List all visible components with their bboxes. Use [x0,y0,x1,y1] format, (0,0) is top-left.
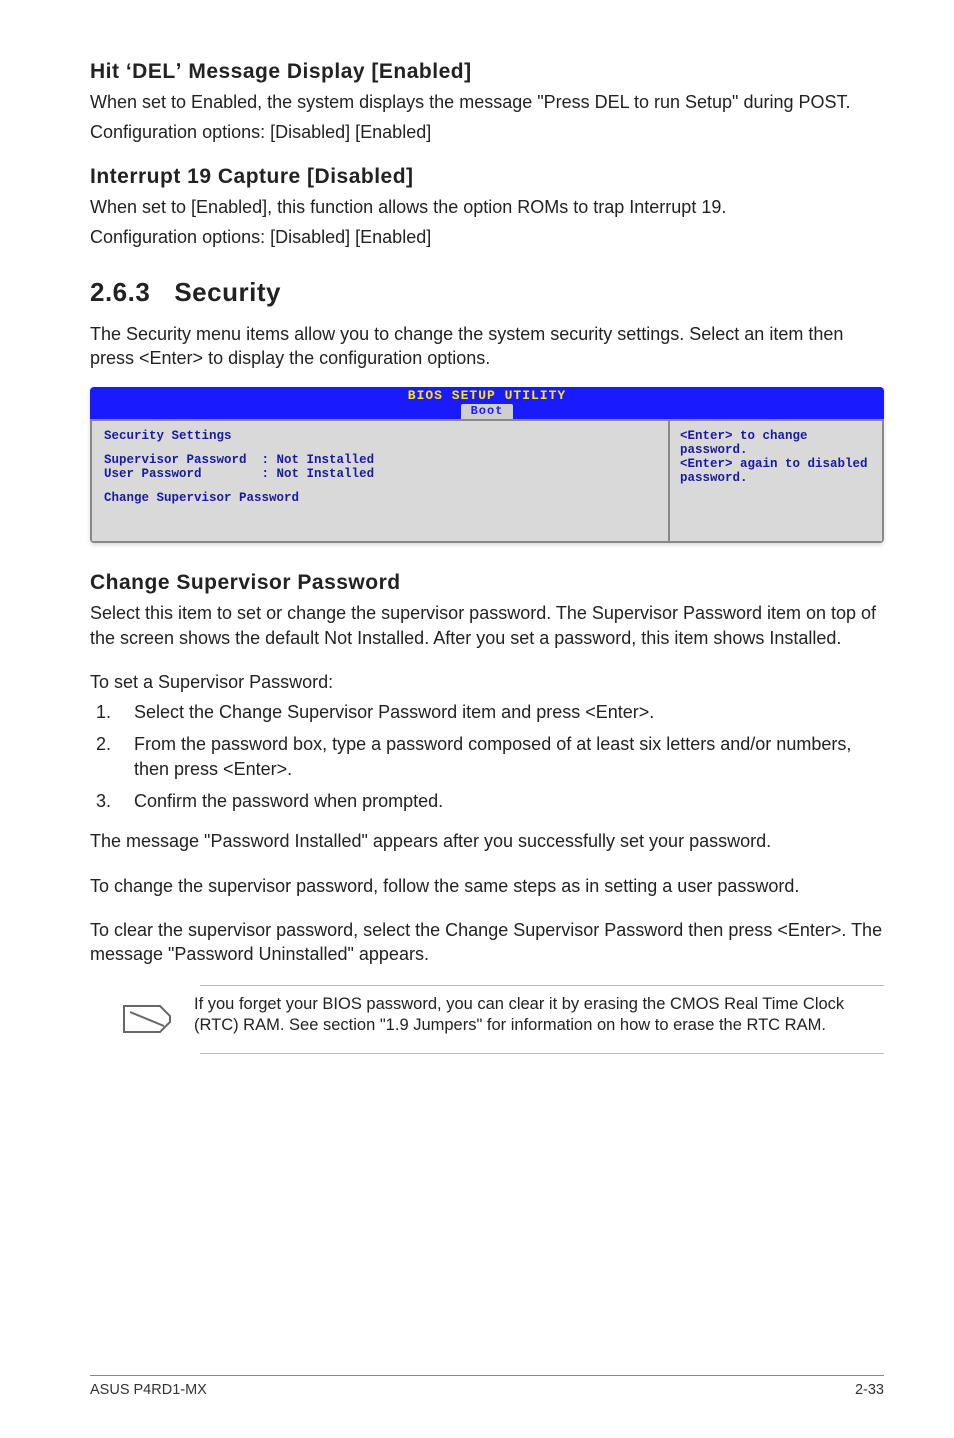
note-text: If you forget your BIOS password, you ca… [194,994,884,1037]
heading-security: 2.6.3 Security [90,277,884,308]
section-number: 2.6.3 [90,277,150,308]
paragraph: The message "Password Installed" appears… [90,829,884,853]
step-number: 3. [96,789,134,813]
list-item: 3.Confirm the password when prompted. [96,789,884,813]
paragraph: Select this item to set or change the su… [90,601,884,650]
heading-hit-del: Hit ʻDELʼ Message Display [Enabled] [90,60,884,84]
pencil-note-icon [120,994,176,1045]
heading-interrupt-19: Interrupt 19 Capture [Disabled] [90,165,884,189]
paragraph: To set a Supervisor Password: [90,670,884,694]
bios-row-change: Change Supervisor Password [104,491,656,505]
bios-row-user: User Password : Not Installed [104,467,656,481]
bios-value: : Not Installed [262,467,375,481]
bios-value: : Not Installed [262,453,375,467]
steps-list: 1.Select the Change Supervisor Password … [96,700,884,813]
bios-setup-screenshot: BIOS SETUP UTILITY Boot Security Setting… [90,387,884,543]
paragraph: When set to [Enabled], this function all… [90,195,884,219]
paragraph: To clear the supervisor password, select… [90,918,884,967]
bios-row-supervisor: Supervisor Password : Not Installed [104,453,656,467]
bios-label: Supervisor Password [104,453,247,467]
bios-right-panel: <Enter> to change password. <Enter> agai… [669,419,884,543]
bios-header: BIOS SETUP UTILITY Boot [90,387,884,419]
step-text: From the password box, type a password c… [134,732,884,781]
paragraph: The Security menu items allow you to cha… [90,322,884,371]
paragraph: To change the supervisor password, follo… [90,874,884,898]
note-block: If you forget your BIOS password, you ca… [90,994,884,1045]
bios-help-text: <Enter> again to disabled password. [680,457,872,485]
footer-product: ASUS P4RD1-MX [90,1382,207,1398]
bios-left-panel: Security Settings Supervisor Password : … [90,419,669,543]
list-item: 2.From the password box, type a password… [96,732,884,781]
bios-tab-boot: Boot [461,404,514,419]
heading-change-supervisor: Change Supervisor Password [90,571,884,595]
paragraph: Configuration options: [Disabled] [Enabl… [90,225,884,249]
step-text: Select the Change Supervisor Password it… [134,700,884,724]
paragraph: Configuration options: [Disabled] [Enabl… [90,120,884,144]
bios-label: User Password [104,467,202,481]
step-text: Confirm the password when prompted. [134,789,884,813]
step-number: 2. [96,732,134,781]
bios-help-text: <Enter> to change password. [680,429,872,457]
step-number: 1. [96,700,134,724]
list-item: 1.Select the Change Supervisor Password … [96,700,884,724]
divider [200,1053,884,1054]
divider [200,985,884,986]
bios-title: BIOS SETUP UTILITY [90,389,884,403]
bios-section-title: Security Settings [104,429,656,443]
page-footer: ASUS P4RD1-MX 2-33 [90,1375,884,1398]
section-title: Security [174,277,281,307]
paragraph: When set to Enabled, the system displays… [90,90,884,114]
footer-page-number: 2-33 [855,1382,884,1398]
